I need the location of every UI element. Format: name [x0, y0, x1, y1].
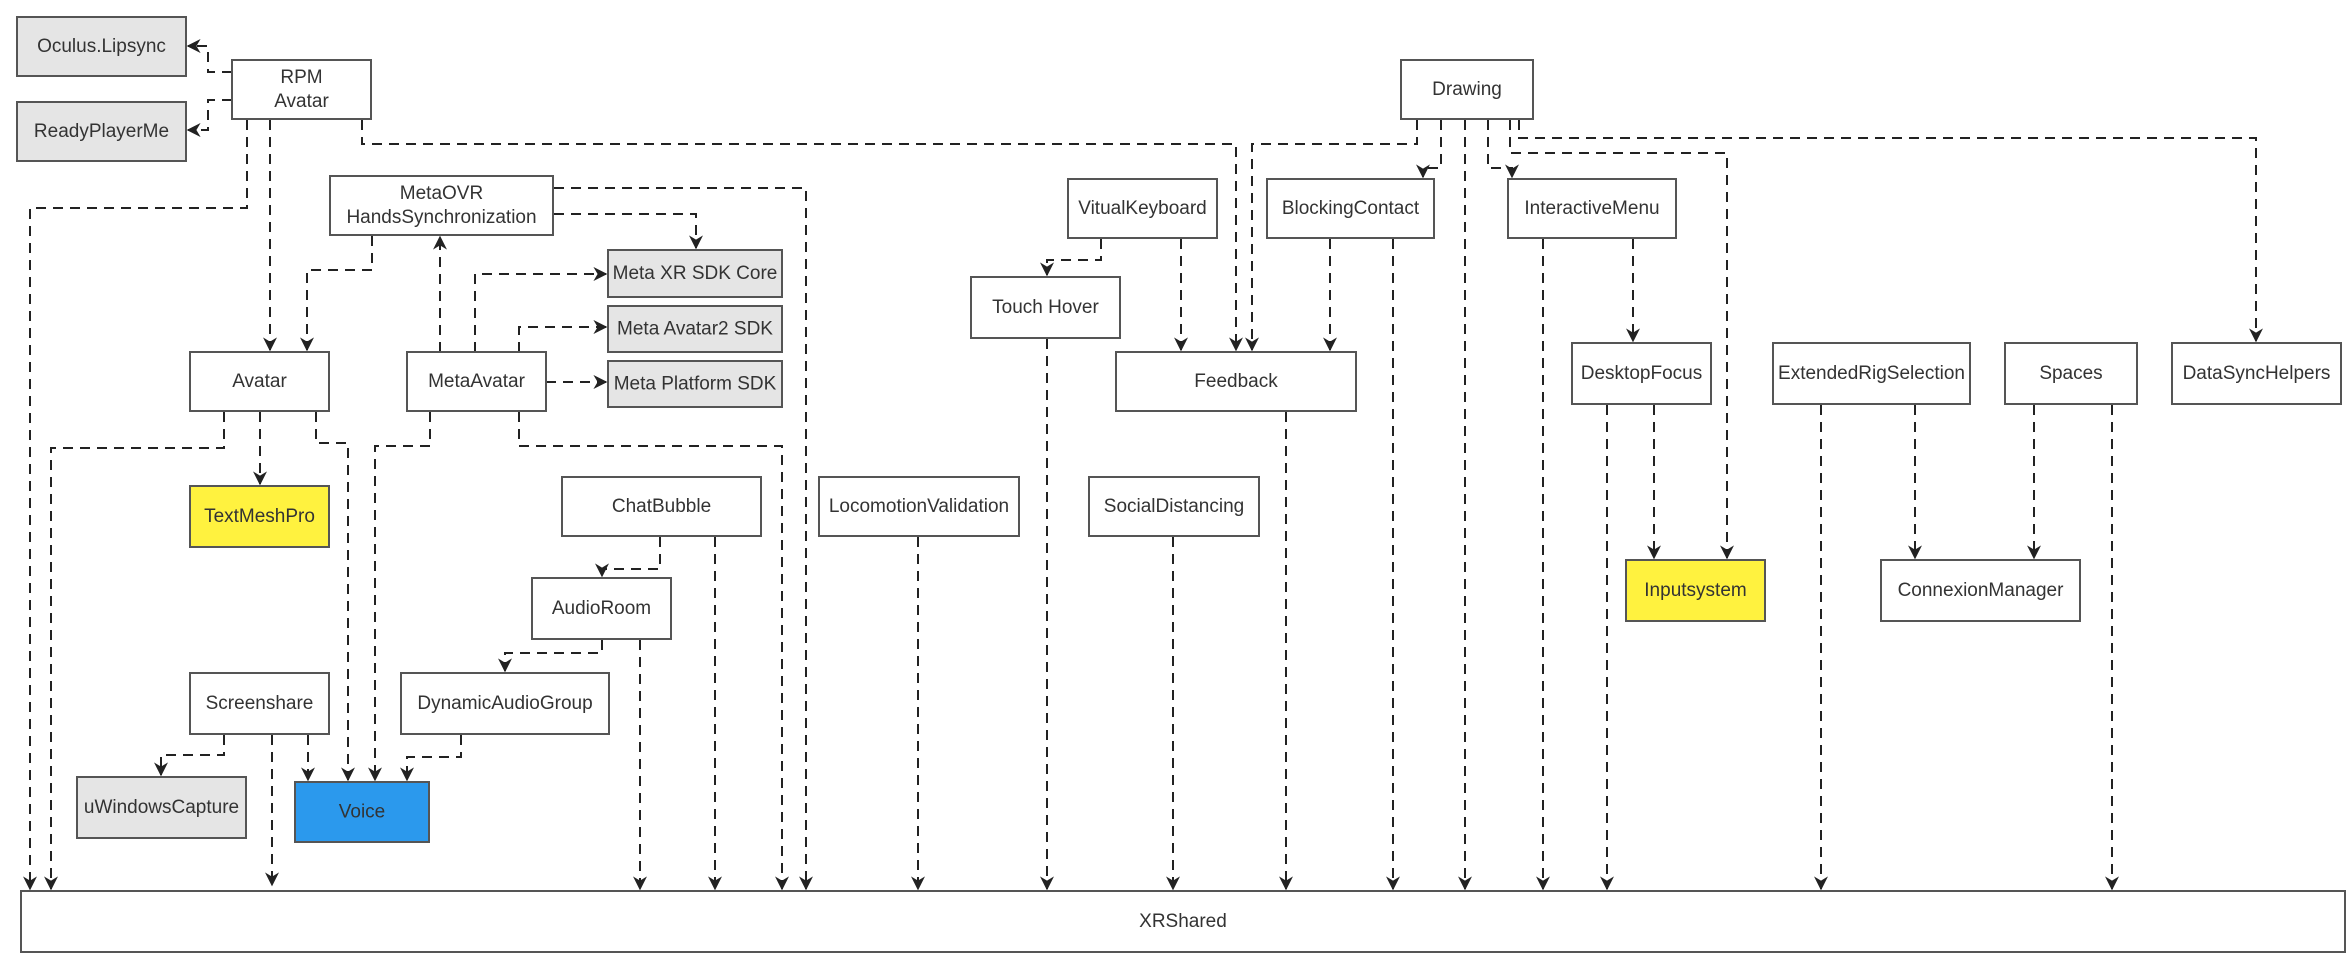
node-readyplayerme[interactable]: ReadyPlayerMe — [16, 101, 187, 162]
node-label: Feedback — [1194, 371, 1278, 392]
node-touchhover[interactable]: Touch Hover — [970, 276, 1121, 339]
node-socialdistancing[interactable]: SocialDistancing — [1088, 476, 1260, 537]
edge-drawing-to-blockingcontact — [1416, 120, 1442, 179]
node-label: TextMeshPro — [204, 506, 315, 527]
node-xrsdkcore[interactable]: Meta XR SDK Core — [607, 249, 783, 298]
node-label: DesktopFocus — [1581, 363, 1702, 384]
edge-rpm-to-readyplayerme — [186, 99, 232, 137]
node-label: DynamicAudioGroup — [417, 693, 592, 714]
node-textmeshpro[interactable]: TextMeshPro — [189, 485, 330, 548]
node-desktopfocus[interactable]: DesktopFocus — [1571, 342, 1712, 405]
node-spaces[interactable]: Spaces — [2004, 342, 2138, 405]
node-uwindowscapture[interactable]: uWindowsCapture — [76, 776, 247, 839]
node-feedback[interactable]: Feedback — [1115, 351, 1357, 412]
node-dynamicaudiogroup[interactable]: DynamicAudioGroup — [400, 672, 610, 735]
edge-metaavatar-to-avatar2sdk — [518, 320, 608, 352]
edge-vitualkeyboard-to-touchhover — [1040, 239, 1102, 277]
node-rpm[interactable]: RPM Avatar — [231, 59, 372, 120]
node-avatar[interactable]: Avatar — [189, 351, 330, 412]
node-screenshare[interactable]: Screenshare — [189, 672, 330, 735]
edge-metaavatar-to-xrsdkcore — [474, 267, 608, 352]
node-label: Meta XR SDK Core — [613, 263, 778, 284]
node-connexionmanager[interactable]: ConnexionManager — [1880, 559, 2081, 622]
edges-layer — [23, 39, 2263, 891]
edge-dynamicaudiogroup-to-voice — [400, 735, 462, 782]
node-label: XRShared — [1139, 911, 1227, 932]
node-label: ReadyPlayerMe — [34, 121, 169, 142]
node-drawing[interactable]: Drawing — [1400, 59, 1534, 120]
edge-drawing-to-interactivemenu — [1487, 120, 1519, 179]
node-label: MetaAvatar — [428, 371, 525, 392]
node-label: Meta Avatar2 SDK — [617, 319, 773, 340]
node-label: SocialDistancing — [1104, 496, 1244, 517]
node-label: Inputsystem — [1644, 580, 1746, 601]
node-inputsystem[interactable]: Inputsystem — [1625, 559, 1766, 622]
edge-rpm-to-lipsync — [186, 39, 232, 73]
node-xrshared[interactable]: XRShared — [20, 890, 2346, 953]
node-audioroom[interactable]: AudioRoom — [531, 577, 672, 640]
node-locomotion[interactable]: LocomotionValidation — [818, 476, 1020, 537]
node-label: RPM — [280, 67, 322, 88]
node-label: MetaOVR — [400, 183, 483, 204]
node-label: InteractiveMenu — [1524, 198, 1659, 219]
node-label: Screenshare — [206, 693, 314, 714]
edge-screenshare-to-uwindowscapture — [154, 735, 225, 777]
edge-metaovr-to-avatar — [300, 236, 373, 352]
node-label: VitualKeyboard — [1078, 198, 1207, 219]
node-label: HandsSynchronization — [346, 207, 536, 228]
node-interactivemenu[interactable]: InteractiveMenu — [1507, 178, 1677, 239]
edge-audioroom-to-dynamicaudiogroup — [498, 640, 603, 673]
node-extendedrig[interactable]: ExtendedRigSelection — [1772, 342, 1971, 405]
node-label: Voice — [339, 802, 385, 823]
node-label: ChatBubble — [612, 496, 711, 517]
edge-metaovr-to-xrsdkcore — [554, 213, 703, 250]
node-blockingcontact[interactable]: BlockingContact — [1266, 178, 1435, 239]
node-datasynchelpers[interactable]: DataSyncHelpers — [2171, 342, 2342, 405]
node-voice[interactable]: Voice — [294, 781, 430, 843]
node-lipsync[interactable]: Oculus.Lipsync — [16, 16, 187, 77]
node-label: AudioRoom — [552, 598, 651, 619]
node-label: Meta Platform SDK — [614, 374, 777, 395]
node-label: Drawing — [1432, 79, 1502, 100]
node-chatbubble[interactable]: ChatBubble — [561, 476, 762, 537]
node-platformsdk[interactable]: Meta Platform SDK — [607, 360, 783, 408]
node-label: BlockingContact — [1282, 198, 1420, 219]
node-label: Avatar — [232, 371, 287, 392]
edge-chatbubble-to-audioroom — [595, 537, 661, 578]
node-label: uWindowsCapture — [84, 797, 239, 818]
node-label: ConnexionManager — [1898, 580, 2065, 601]
node-label: Avatar — [274, 91, 329, 112]
node-label: Spaces — [2039, 363, 2102, 384]
dependency-diagram: Oculus.Lipsync ReadyPlayerMe RPM Avatar Meta… — [16, 16, 2346, 953]
node-label: Oculus.Lipsync — [37, 36, 166, 57]
nodes-layer: Oculus.Lipsync ReadyPlayerMe RPM Avatar Meta… — [16, 16, 2346, 953]
node-label: Touch Hover — [992, 297, 1099, 318]
node-vitualkeyboard[interactable]: VitualKeyboard — [1067, 178, 1218, 239]
node-metaavatar[interactable]: MetaAvatar — [406, 351, 547, 412]
node-label: LocomotionValidation — [829, 496, 1009, 517]
node-label: ExtendedRigSelection — [1778, 363, 1965, 384]
node-label: DataSyncHelpers — [2183, 363, 2331, 384]
node-avatar2sdk[interactable]: Meta Avatar2 SDK — [607, 305, 783, 353]
node-metaovr[interactable]: MetaOVR HandsSynchronization — [329, 175, 554, 236]
